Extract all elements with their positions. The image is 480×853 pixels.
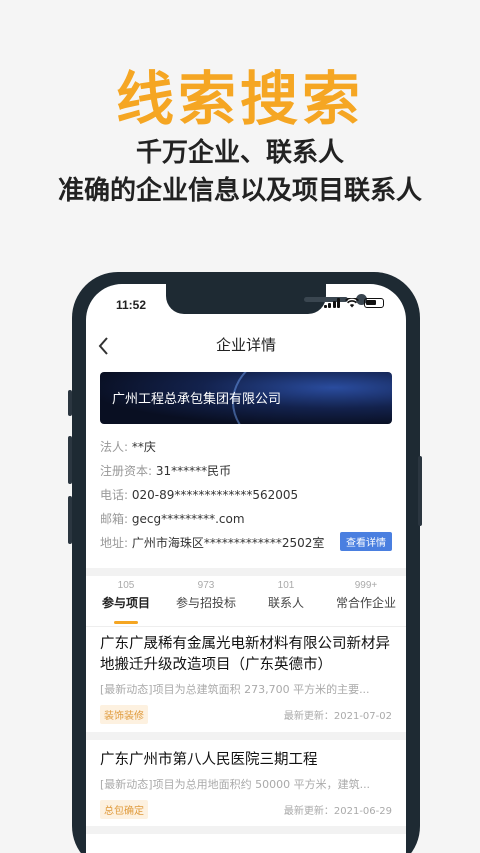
phone-label: 电话: — [100, 488, 129, 502]
capital-row: 注册资本: 31******民币 — [100, 462, 392, 479]
project-date: 最新更新：2021-06-29 — [283, 806, 392, 817]
capital-label: 注册资本: — [100, 464, 153, 478]
company-banner: 广州工程总承包集团有限公司 — [100, 372, 392, 424]
tab-bar: 105 参与项目 973 参与招投标 101 联系人 999+ 常合作企业 — [86, 578, 406, 626]
project-footer: 总包确定 最新更新：2021-06-29 — [100, 799, 392, 819]
phone-volume-down — [68, 496, 72, 544]
project-date: 最新更新：2021-07-02 — [283, 711, 392, 722]
phone-power-button — [418, 456, 422, 526]
project-description: [最新动态]项目为总用地面积约 50000 平方米，建筑... — [100, 778, 371, 791]
status-icons — [323, 298, 384, 308]
email-value[interactable]: gecg*********.com — [132, 512, 245, 526]
capital-value: 31******民币 — [155, 464, 232, 478]
tab-count: 973 — [197, 580, 215, 591]
address-label: 地址: — [100, 536, 129, 550]
project-description: [最新动态]项目为总建筑面积 273,700 平方米的主要... — [100, 683, 370, 696]
tab-partners[interactable]: 999+ 常合作企业 — [326, 578, 406, 626]
notch — [166, 284, 367, 314]
tab-label: 常合作企业 — [335, 596, 396, 610]
card-separator — [86, 732, 406, 740]
phone-mute-switch — [68, 390, 72, 416]
tab-contacts[interactable]: 101 联系人 — [246, 578, 326, 626]
card-separator — [86, 826, 406, 834]
phone-row: 电话: 020-89*************562005 — [100, 486, 392, 503]
phone-volume-up — [68, 436, 72, 484]
project-tag: 总包确定 — [100, 800, 148, 819]
legal-person-row: 法人: **庆 — [100, 438, 392, 455]
legal-person-label: 法人: — [100, 440, 129, 454]
signal-icon — [323, 298, 340, 308]
battery-icon — [364, 298, 384, 308]
status-time: 11:52 — [116, 298, 147, 312]
project-card[interactable]: 广东广晟稀有金属光电新材料有限公司新材异地搬迁升级改造项目（广东英德市） [最新… — [100, 634, 392, 724]
tab-bar-border — [86, 626, 406, 627]
tab-label: 联系人 — [267, 596, 304, 610]
tab-count: 999+ — [354, 580, 378, 591]
email-label: 邮箱: — [100, 512, 129, 526]
project-title: 广东广晟稀有金属光电新材料有限公司新材异地搬迁升级改造项目（广东英德市） — [100, 636, 390, 673]
phone-screen: 11:52 企业详情 广州工程总承包集团有限公司 法人: **庆 注册资本: 3… — [86, 284, 406, 853]
section-divider — [86, 568, 406, 576]
active-tab-indicator — [114, 621, 138, 624]
phone-value[interactable]: 020-89*************562005 — [132, 488, 298, 502]
project-footer: 装饰装修 最新更新：2021-07-02 — [100, 704, 392, 724]
tab-label: 参与项目 — [101, 596, 150, 610]
hero-subtitle-line1: 千万企业、联系人 — [135, 138, 344, 168]
tab-label: 参与招投标 — [175, 596, 236, 610]
tab-count: 105 — [117, 580, 135, 591]
tab-projects[interactable]: 105 参与项目 — [86, 578, 166, 626]
nav-bar: 企业详情 — [86, 328, 406, 360]
page-title: 企业详情 — [215, 336, 276, 354]
tab-count: 101 — [277, 580, 295, 591]
address-row: 地址: 广州市海珠区*************2502室 查看详情 — [100, 532, 392, 551]
hero-subtitle-line2: 准确的企业信息以及项目联系人 — [57, 176, 422, 206]
project-title: 广东广州市第八人民医院三期工程 — [100, 752, 318, 768]
address-value: 广州市海珠区*************2502室 — [131, 536, 325, 550]
company-name: 广州工程总承包集团有限公司 — [112, 392, 282, 407]
project-tag: 装饰装修 — [100, 705, 148, 724]
wifi-icon — [345, 298, 359, 308]
email-row: 邮箱: gecg*********.com — [100, 510, 392, 527]
view-details-button[interactable]: 查看详情 — [340, 532, 392, 551]
hero-title: 线索搜索 — [115, 65, 364, 133]
tab-bids[interactable]: 973 参与招投标 — [166, 578, 246, 626]
legal-person-value: **庆 — [131, 440, 156, 454]
project-card[interactable]: 广东广州市第八人民医院三期工程 [最新动态]项目为总用地面积约 50000 平方… — [100, 750, 392, 819]
